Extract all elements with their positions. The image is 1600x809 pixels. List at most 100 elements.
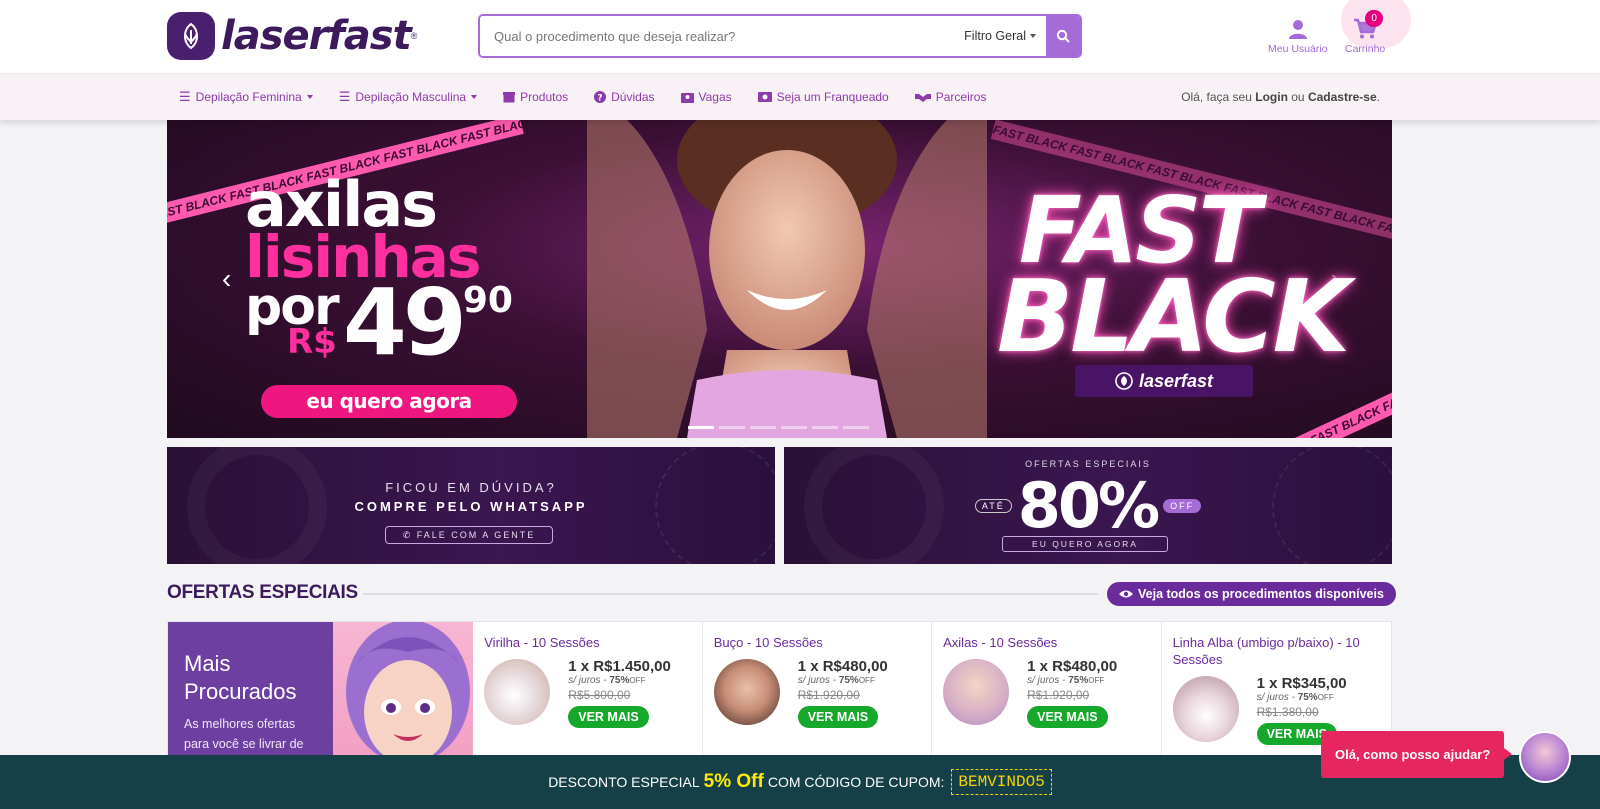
offer-discount: 75%: [1068, 675, 1089, 686]
whatsapp-banner[interactable]: FICOU EM DÚVIDA? COMPRE PELO WHATSAPP ✆ …: [167, 447, 775, 564]
nav-label: Vagas: [698, 90, 732, 104]
login-prefix: Olá, faça seu: [1181, 90, 1252, 104]
carousel-prev-arrow-icon[interactable]: ‹: [222, 263, 231, 295]
offer-terms: s/ juros - 75%OFF: [1257, 692, 1347, 703]
offer-off: OFF: [1317, 693, 1334, 702]
caret-down-icon: [306, 95, 313, 99]
nav-label: Seja um Franqueado: [776, 90, 889, 104]
user-menu[interactable]: Meu Usuário: [1268, 18, 1328, 55]
offer-juros: s/ juros -: [1256, 692, 1298, 703]
filter-dropdown[interactable]: Filtro Geral: [954, 16, 1046, 56]
nav-produtos[interactable]: Produtos: [503, 90, 568, 104]
ver-mais-button[interactable]: VER MAIS: [1027, 706, 1108, 728]
hero-price-cents: 90: [462, 280, 513, 321]
offer-name[interactable]: Linha Alba (umbigo p/baixo) - 10 Sessões: [1173, 634, 1380, 668]
register-link[interactable]: Cadastre-se: [1308, 90, 1377, 104]
offer-name[interactable]: Virilha - 10 Sessões: [484, 634, 690, 651]
question-circle-icon: ?: [594, 91, 607, 104]
offer-discount: 75%: [1297, 692, 1318, 703]
nav-label: Produtos: [520, 90, 569, 104]
offer-terms: s/ juros - 75%OFF: [568, 675, 671, 686]
login-or: ou: [1291, 90, 1305, 104]
coupon-middle: COM CÓDIGO DE CUPOM:: [767, 774, 945, 790]
offer-thumbnail[interactable]: [1172, 676, 1239, 742]
offer-old-price: R$1.920,00: [1027, 688, 1090, 702]
offer-old-price: R$1.920,00: [797, 688, 860, 702]
special-offers-banner[interactable]: OFERTAS ESPECIAIS ATÉ 80% OFF EU QUERO A…: [784, 447, 1392, 564]
whatsapp-contact-button[interactable]: ✆ FALE COM A GENTE: [385, 526, 553, 544]
carousel-dot[interactable]: [812, 426, 838, 429]
nav-parceiros[interactable]: Parceiros: [914, 90, 986, 104]
site-logo[interactable]: laserfast ®: [167, 12, 417, 60]
offers-banner-off: OFF: [1163, 498, 1202, 513]
site-header: laserfast ® Filtro Geral Meu Usuário 0 C…: [0, 0, 1600, 74]
coupon-percent: 5% Off: [703, 771, 764, 792]
menu-icon: ☰: [179, 89, 191, 104]
hero-model-image: [587, 120, 987, 438]
ver-mais-button[interactable]: VER MAIS: [797, 706, 879, 728]
offer-juros: s/ juros -: [1027, 675, 1069, 686]
search-icon: [1056, 29, 1070, 43]
carousel-dot[interactable]: [750, 426, 776, 429]
caret-down-icon: [471, 95, 478, 99]
offer-name[interactable]: Axilas - 10 Sessões: [943, 634, 1149, 651]
offer-installment: 1 x R$480,00: [797, 658, 888, 675]
offers-banner-percent: 80%: [1017, 469, 1160, 542]
carousel-dot[interactable]: [843, 426, 869, 429]
nav-seja-franqueado[interactable]: Seja um Franqueado: [757, 90, 889, 104]
search-bar: Filtro Geral: [478, 14, 1082, 58]
coupon-code[interactable]: BEMVINDO5: [951, 769, 1052, 795]
offer-installment: 1 x R$1.450,00: [568, 658, 671, 675]
ver-mais-button[interactable]: VER MAIS: [568, 706, 649, 728]
offer-terms: s/ juros - 75%OFF: [798, 675, 888, 686]
caret-down-icon: [1030, 34, 1036, 38]
offer-thumbnail[interactable]: [713, 659, 780, 725]
carousel-dot[interactable]: [688, 426, 714, 429]
offer-card[interactable]: Buço - 10 Sessões 1 x R$480,00 s/ juros …: [703, 622, 933, 760]
hero-badge-text: laserfast: [1138, 370, 1214, 391]
chat-avatar[interactable]: [1519, 731, 1571, 783]
offer-card[interactable]: Axilas - 10 Sessões 1 x R$480,00 s/ juro…: [932, 622, 1162, 760]
offer-name[interactable]: Buço - 10 Sessões: [714, 634, 920, 651]
money-icon: [757, 92, 772, 102]
hero-price-integer: 49: [342, 269, 467, 376]
section-divider: [363, 593, 1098, 595]
search-input[interactable]: [480, 16, 955, 56]
offer-off: OFF: [1088, 676, 1105, 685]
carousel-dot[interactable]: [781, 426, 807, 429]
nav-duvidas[interactable]: ? Dúvidas: [594, 90, 655, 104]
nav-depilacao-feminina[interactable]: ☰ Depilação Feminina: [179, 89, 313, 105]
nav-label: Depilação Feminina: [195, 90, 302, 104]
search-button[interactable]: [1046, 16, 1080, 56]
login-link[interactable]: Login: [1255, 90, 1288, 104]
id-card-icon: [680, 92, 694, 103]
offer-thumbnail[interactable]: [484, 659, 551, 725]
view-all-procedures-button[interactable]: Veja todos os procedimentos disponíveis: [1107, 582, 1396, 606]
filter-label: Filtro Geral: [964, 29, 1026, 43]
carousel-dot[interactable]: [719, 426, 745, 429]
nav-depilacao-masculina[interactable]: ☰ Depilação Masculina: [338, 89, 478, 105]
offer-thumbnail[interactable]: [943, 659, 1010, 725]
hero-carousel[interactable]: FAST BLACK FAST BLACK FAST BLACK FAST BL…: [167, 120, 1392, 438]
offers-banner-button[interactable]: EU QUERO AGORA: [1002, 536, 1168, 552]
offer-card[interactable]: Virilha - 10 Sessões 1 x R$1.450,00 s/ j…: [473, 622, 703, 760]
cart-label: Carrinho: [1345, 43, 1386, 55]
chat-bubble[interactable]: Olá, como posso ajudar?: [1321, 731, 1513, 778]
cart-button[interactable]: 0 Carrinho: [1345, 10, 1386, 55]
black-word: BLACK: [997, 258, 1350, 375]
featured-text: As melhores ofertas para você se livrar …: [184, 717, 304, 751]
whatsapp-banner-line1: FICOU EM DÚVIDA?: [385, 480, 557, 495]
offer-juros: s/ juros -: [568, 675, 610, 686]
hero-brand-badge: laserfast: [1075, 365, 1253, 397]
hero-price: R$ 49 90: [287, 269, 513, 376]
offers-list: Mais Procurados As melhores ofertas para…: [167, 621, 1392, 761]
svg-text:?: ?: [598, 94, 603, 104]
logo-registered-mark: ®: [410, 31, 418, 41]
menu-icon: ☰: [338, 89, 351, 104]
featured-illustration: [332, 622, 474, 760]
main-nav: ☰ Depilação Feminina ☰ Depilação Masculi…: [0, 74, 1600, 120]
nav-vagas[interactable]: Vagas: [680, 90, 732, 104]
offer-terms: s/ juros - 75%OFF: [1027, 675, 1117, 686]
offer-old-price: R$1.380,00: [1256, 705, 1319, 719]
hero-cta-button[interactable]: eu quero agora: [261, 385, 517, 418]
